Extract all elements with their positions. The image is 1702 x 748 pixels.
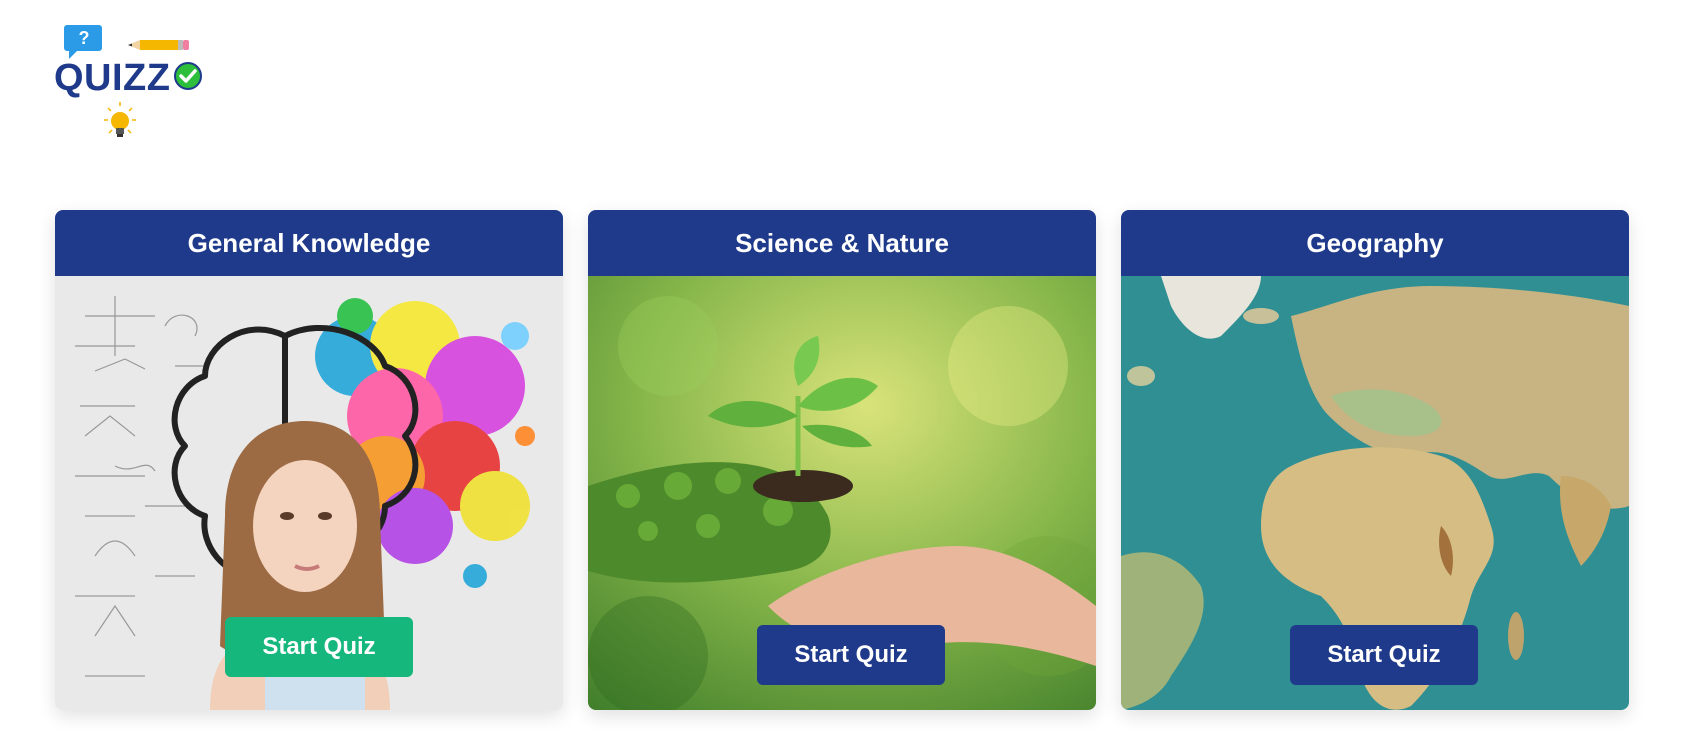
- lightbulb-icon: [104, 102, 136, 137]
- quiz-card-geography[interactable]: Geography Start Quiz: [1121, 210, 1629, 710]
- card-title: Geography: [1121, 210, 1629, 276]
- quiz-card-science-nature[interactable]: Science & Nature Start Quiz: [588, 210, 1096, 710]
- start-quiz-button[interactable]: Start Quiz: [225, 617, 413, 677]
- start-quiz-button[interactable]: Start Quiz: [757, 625, 945, 685]
- card-title: Science & Nature: [588, 210, 1096, 276]
- start-quiz-button[interactable]: Start Quiz: [1290, 625, 1478, 685]
- logo-text: QUIZZ: [54, 57, 171, 99]
- card-title: General Knowledge: [55, 210, 563, 276]
- quizzo-logo[interactable]: ? QUIZZ: [52, 22, 212, 142]
- checkmark-icon: [174, 62, 202, 90]
- quiz-card-general-knowledge[interactable]: General Knowledge Start Quiz: [55, 210, 563, 710]
- pencil-icon: [128, 40, 189, 50]
- quiz-card-list: General Knowledge Start Quiz Science & N…: [55, 210, 1629, 710]
- question-mark-text: ?: [79, 28, 90, 48]
- speech-bubble-icon: ?: [64, 25, 102, 59]
